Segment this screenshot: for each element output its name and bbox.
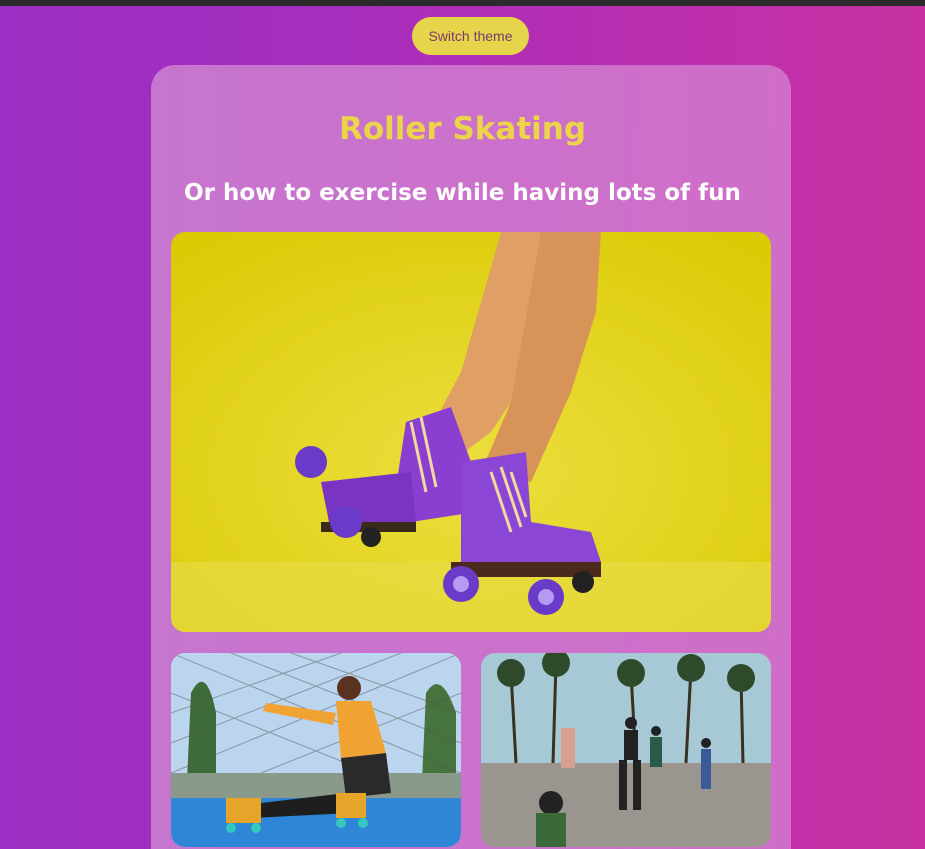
hero-roller-skates-photo [171,232,771,632]
boardwalk-skaters-photo [481,653,771,847]
switch-theme-button[interactable]: Switch theme [412,17,529,55]
browser-top-strip [0,0,925,6]
skater-sitting-on-blue-court-photo [171,653,461,847]
page-subtitle: Or how to exercise while having lots of … [184,180,741,206]
page-title: Roller Skating [338,111,587,147]
